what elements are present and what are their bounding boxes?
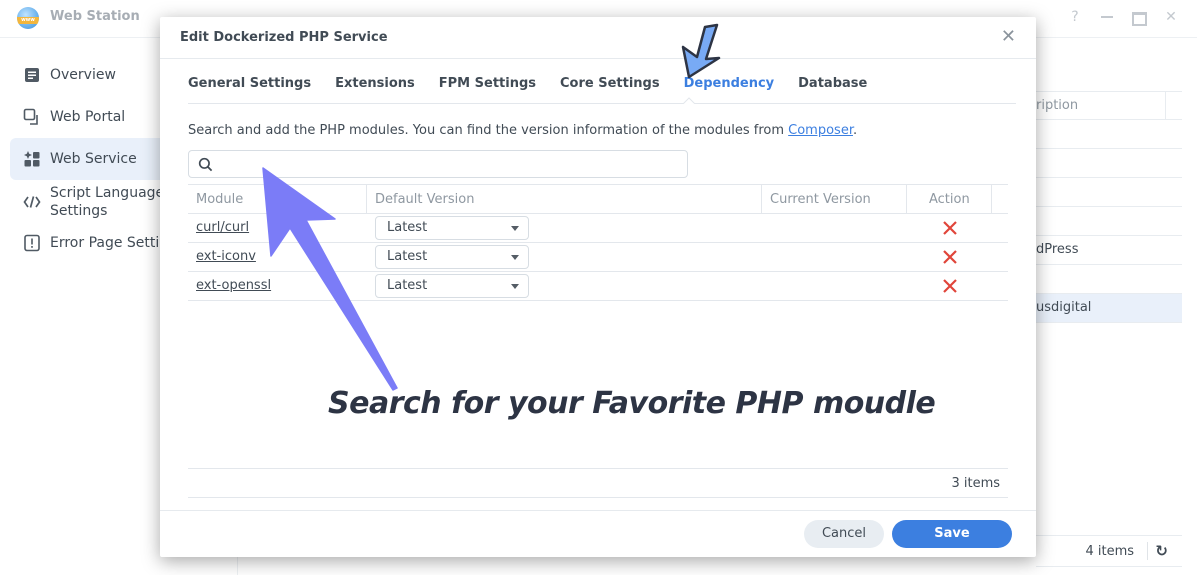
search-icon xyxy=(198,157,213,172)
delete-icon[interactable] xyxy=(942,249,958,265)
close-icon[interactable]: ✕ xyxy=(1163,8,1179,26)
dialog-title: Edit Dockerized PHP Service xyxy=(180,30,388,45)
composer-link[interactable]: Composer xyxy=(788,123,853,138)
dropdown-caret-icon xyxy=(511,226,519,231)
window-controls: ? ✕ xyxy=(1067,8,1179,26)
column-header-current-version[interactable]: Current Version xyxy=(770,192,871,207)
table-row: curl/curl Latest xyxy=(188,214,1008,243)
default-version-select[interactable]: Latest xyxy=(375,245,529,269)
tab-general-settings[interactable]: General Settings xyxy=(188,76,311,91)
table-footer: 3 items xyxy=(188,468,1008,498)
active-tab-indicator xyxy=(683,97,695,104)
module-link[interactable]: curl/curl xyxy=(196,220,249,235)
dependency-table: Module Default Version Current Version A… xyxy=(188,184,1008,301)
divider xyxy=(1147,542,1148,560)
app-title: Web Station xyxy=(50,9,140,24)
delete-icon[interactable] xyxy=(942,220,958,236)
overview-icon xyxy=(23,66,41,84)
divider xyxy=(160,58,1036,59)
web-portal-icon xyxy=(23,108,41,126)
maximize-icon[interactable] xyxy=(1131,8,1147,26)
dropdown-caret-icon xyxy=(511,284,519,289)
module-link[interactable]: ext-iconv xyxy=(196,249,256,264)
divider xyxy=(160,510,1036,511)
table-row[interactable] xyxy=(1036,178,1182,207)
table-row-selected[interactable]: usdigital xyxy=(1036,294,1182,323)
table-row[interactable]: dPress xyxy=(1036,236,1182,265)
delete-icon[interactable] xyxy=(942,278,958,294)
column-header-action[interactable]: Action xyxy=(929,192,970,207)
column-header-description[interactable]: ription xyxy=(1036,91,1182,120)
edit-php-service-dialog: Edit Dockerized PHP Service ✕ General Se… xyxy=(160,17,1036,557)
column-header-default-version[interactable]: Default Version xyxy=(375,192,474,207)
table-row[interactable] xyxy=(1036,207,1182,236)
table-header: Module Default Version Current Version A… xyxy=(188,184,1008,214)
table-row[interactable] xyxy=(1036,149,1182,178)
default-version-select[interactable]: Latest xyxy=(375,216,529,240)
error-page-icon xyxy=(23,234,41,252)
tab-extensions[interactable]: Extensions xyxy=(335,76,415,91)
tab-database[interactable]: Database xyxy=(798,76,867,91)
module-link[interactable]: ext-openssl xyxy=(196,278,271,293)
column-divider[interactable] xyxy=(761,185,762,213)
table-row: ext-iconv Latest xyxy=(188,243,1008,272)
item-count: 3 items xyxy=(951,476,1000,491)
annotation-caption: Search for your Favorite PHP moudle xyxy=(328,386,936,421)
column-divider[interactable] xyxy=(366,185,367,213)
table-footer: 4 items ↻ xyxy=(1036,535,1182,567)
web-station-logo-icon: www xyxy=(17,7,39,29)
tab-dependency[interactable]: Dependency xyxy=(684,76,775,91)
cancel-button[interactable]: Cancel xyxy=(804,520,884,548)
column-header-module[interactable]: Module xyxy=(196,192,243,207)
tab-fpm-settings[interactable]: FPM Settings xyxy=(439,76,536,91)
tab-bar: General Settings Extensions FPM Settings… xyxy=(188,76,891,91)
dependency-description: Search and add the PHP modules. You can … xyxy=(188,123,858,138)
dropdown-caret-icon xyxy=(511,255,519,260)
tab-underline xyxy=(188,103,1016,104)
save-button[interactable]: Save xyxy=(892,520,1012,548)
help-icon[interactable]: ? xyxy=(1067,8,1083,26)
close-icon[interactable]: ✕ xyxy=(1001,28,1016,46)
web-service-icon xyxy=(23,150,41,168)
table-row[interactable] xyxy=(1036,120,1182,149)
web-service-table: ription dPress usdigital xyxy=(1036,91,1182,323)
code-icon xyxy=(23,193,41,211)
refresh-icon[interactable]: ↻ xyxy=(1155,542,1168,560)
item-count: 4 items xyxy=(1085,544,1134,559)
minimize-icon[interactable] xyxy=(1099,8,1115,26)
module-search-field[interactable] xyxy=(188,150,688,178)
column-divider[interactable] xyxy=(991,185,992,213)
search-input[interactable] xyxy=(221,154,676,174)
table-row[interactable] xyxy=(1036,265,1182,294)
default-version-select[interactable]: Latest xyxy=(375,274,529,298)
table-row: ext-openssl Latest xyxy=(188,272,1008,301)
column-divider[interactable] xyxy=(906,185,907,213)
tab-core-settings[interactable]: Core Settings xyxy=(560,76,660,91)
